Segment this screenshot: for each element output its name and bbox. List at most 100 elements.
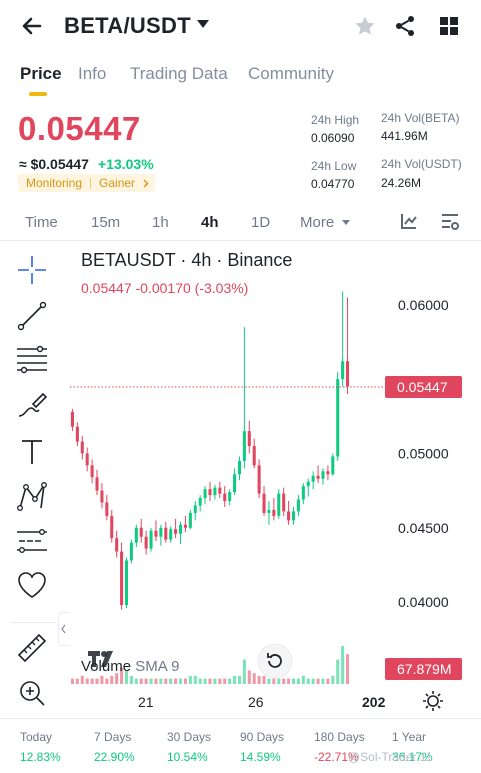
volume-bar (291, 678, 296, 684)
time-tick-label: 202 (362, 694, 386, 710)
tab-info[interactable]: Info (78, 64, 106, 84)
candle-body (134, 527, 138, 543)
candle-body (287, 511, 291, 521)
candle-body (90, 465, 94, 478)
volume-bar (282, 678, 286, 684)
volume-bar (198, 678, 202, 684)
candle-body (277, 493, 281, 516)
price-tick-label: 0.04000 (398, 594, 449, 610)
volume-bar (252, 673, 256, 684)
candle-body (179, 524, 183, 534)
price-chart[interactable]: 0.06000 0.05000 0.04500 0.04000 21 26 202 0.05… (0, 242, 481, 715)
candle-body (105, 502, 109, 516)
volume-bar (213, 678, 217, 684)
pair-dropdown-caret-icon[interactable] (197, 20, 209, 28)
price-tick-label: 0.04500 (398, 520, 449, 536)
candle-body (346, 361, 350, 387)
sun-settings-icon[interactable] (422, 690, 444, 712)
star-icon[interactable] (353, 14, 377, 38)
tab-community[interactable]: Community (248, 64, 334, 84)
candle-body (100, 490, 104, 503)
tradingview-logo-icon (88, 651, 113, 667)
volume-bar (164, 678, 168, 684)
vol-base-value: 441.96M (381, 129, 428, 143)
volume-bar (179, 678, 183, 684)
candle-body (159, 527, 163, 537)
interval-1d[interactable]: 1D (251, 214, 270, 231)
perf-value-today: 12.83% (20, 750, 61, 764)
volume-bar (169, 678, 173, 684)
volume-bar (247, 670, 251, 684)
candle-body (110, 515, 114, 539)
candle-body (120, 551, 124, 606)
candle-body (311, 475, 315, 482)
perf-value-7d: 22.90% (94, 750, 135, 764)
vol-quote-label: 24h Vol(USDT) (381, 157, 462, 171)
price-tag-label: 0.05447 (397, 379, 448, 395)
volume-bar (331, 675, 335, 684)
candle-body (267, 509, 271, 513)
candle-body (154, 530, 158, 537)
indicator-chart-icon[interactable] (400, 212, 418, 230)
watermark: @Sol-Trader 11 (348, 750, 433, 764)
volume-bar (223, 678, 227, 684)
grid-menu-icon[interactable] (437, 14, 461, 38)
tab-trading-data[interactable]: Trading Data (130, 64, 228, 84)
candle-body (95, 477, 99, 491)
interval-4h[interactable]: 4h (201, 214, 219, 231)
candle-body (321, 471, 325, 479)
chart-settings-icon[interactable] (440, 212, 460, 232)
candle-body (193, 505, 197, 513)
interval-time[interactable]: Time (25, 214, 58, 231)
candle-body (341, 361, 345, 380)
interval-15m[interactable]: 15m (91, 214, 120, 231)
volume-bar (75, 678, 79, 684)
volume-bar (287, 678, 291, 684)
volume-bar (233, 675, 237, 684)
volume-bar (228, 678, 232, 684)
section-tabs: Price Info Trading Data Community (0, 60, 481, 96)
candle-body (233, 474, 237, 493)
candle-body (85, 453, 89, 466)
interval-1h[interactable]: 1h (152, 214, 169, 231)
reset-chart-icon[interactable] (257, 643, 293, 679)
pair-title[interactable]: BETA/USDT (64, 13, 191, 39)
interval-more[interactable]: More (300, 214, 334, 231)
volume-bar (267, 678, 271, 684)
candle-body (282, 493, 286, 512)
volume-sma-label: SMA 9 (135, 658, 180, 675)
candle-body (247, 431, 251, 447)
volume-bar (129, 675, 133, 684)
perf-label-7d: 7 Days (94, 730, 132, 744)
volume-bar (154, 678, 158, 684)
candle-body (149, 530, 153, 549)
tab-price[interactable]: Price (20, 64, 62, 84)
back-arrow-icon[interactable] (20, 14, 44, 38)
candle-body (306, 481, 310, 487)
volume-bar (296, 678, 300, 684)
volume-bar (336, 659, 340, 684)
candle-body (223, 493, 227, 502)
volume-tag-label: 67.879M (397, 661, 451, 677)
volume-bar (193, 675, 197, 684)
interval-divider (0, 240, 481, 241)
tag-badges[interactable]: Monitoring Gainer (18, 174, 156, 192)
chevron-right-icon (143, 179, 149, 187)
vol-base-label: 24h Vol(BETA) (381, 111, 460, 125)
share-icon[interactable] (393, 14, 417, 38)
volume-bar (70, 678, 74, 684)
perf-label-90d: 90 Days (240, 730, 285, 744)
volume-bar (316, 678, 320, 684)
volume-bar (208, 678, 212, 684)
volume-bar (149, 678, 153, 684)
time-tick-label: 21 (138, 694, 154, 710)
performance-stats: Today 12.83% 7 Days 22.90% 30 Days 10.54… (0, 718, 481, 773)
perf-label-30d: 30 Days (167, 730, 212, 744)
candle-body (139, 527, 143, 537)
price-tick-label: 0.06000 (398, 297, 449, 313)
volume-bar (242, 659, 246, 684)
fiat-price: ≈ $0.05447 (19, 156, 89, 172)
candle-body (296, 499, 300, 512)
volume-bar (321, 678, 325, 684)
high-value: 0.06090 (311, 131, 355, 145)
